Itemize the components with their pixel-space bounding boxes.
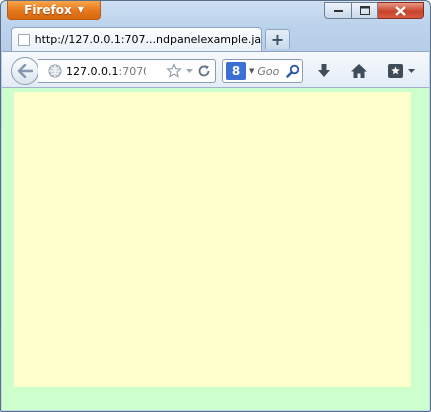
page-favicon-icon	[18, 33, 30, 46]
close-button[interactable]	[378, 2, 424, 19]
download-button[interactable]	[313, 61, 335, 81]
home-icon	[351, 64, 367, 78]
bookmarks-menu-button[interactable]	[386, 61, 418, 81]
bookmarks-menu-icon	[388, 64, 415, 78]
minimize-icon	[333, 9, 343, 12]
url-bar[interactable]: 127.0.0.1 :7070/c	[38, 59, 216, 83]
window-controls	[324, 2, 424, 19]
navigation-toolbar: 127.0.0.1 :7070/c 8 ▼	[2, 51, 429, 88]
search-bar[interactable]: 8 ▼	[222, 59, 303, 83]
reload-icon[interactable]	[197, 64, 211, 78]
maximize-button[interactable]	[351, 2, 378, 19]
home-button[interactable]	[348, 61, 370, 81]
search-engine-glyph: 8	[231, 64, 241, 78]
download-icon	[318, 64, 330, 77]
maximize-icon	[359, 6, 370, 15]
dropdown-arrow-icon: ▼	[77, 5, 84, 14]
globe-icon	[48, 64, 62, 78]
search-engine-icon[interactable]: 8	[226, 62, 246, 80]
plus-icon: +	[270, 30, 285, 49]
bookmark-star-icon[interactable]	[166, 63, 182, 79]
url-path: :7070/c	[118, 64, 146, 78]
tab-title: http://127.0.0.1:707...ndpanelexample.ja…	[34, 33, 261, 46]
browser-window: Firefox ▼ http://127.0.0.1:707...ndpanel…	[0, 0, 431, 412]
firefox-button-label: Firefox	[24, 3, 72, 17]
tab-strip: http://127.0.0.1:707...ndpanelexample.ja…	[1, 25, 430, 51]
search-input[interactable]	[257, 64, 286, 78]
tab-active[interactable]: http://127.0.0.1:707...ndpanelexample.ja…	[11, 27, 262, 51]
applet-panel	[14, 92, 411, 387]
back-button[interactable]	[11, 57, 39, 85]
url-host: 127.0.0.1	[66, 64, 119, 78]
back-arrow-icon	[17, 64, 33, 78]
minimize-button[interactable]	[324, 2, 351, 19]
page-content	[2, 88, 429, 410]
search-magnifier-icon[interactable]	[286, 64, 300, 78]
firefox-menu-button[interactable]: Firefox ▼	[7, 1, 101, 20]
dropmarker-icon[interactable]	[185, 67, 194, 75]
close-icon	[395, 5, 406, 16]
new-tab-button[interactable]: +	[265, 29, 290, 49]
title-bar: Firefox ▼	[1, 1, 430, 25]
engine-dropdown-icon[interactable]: ▼	[249, 67, 254, 75]
